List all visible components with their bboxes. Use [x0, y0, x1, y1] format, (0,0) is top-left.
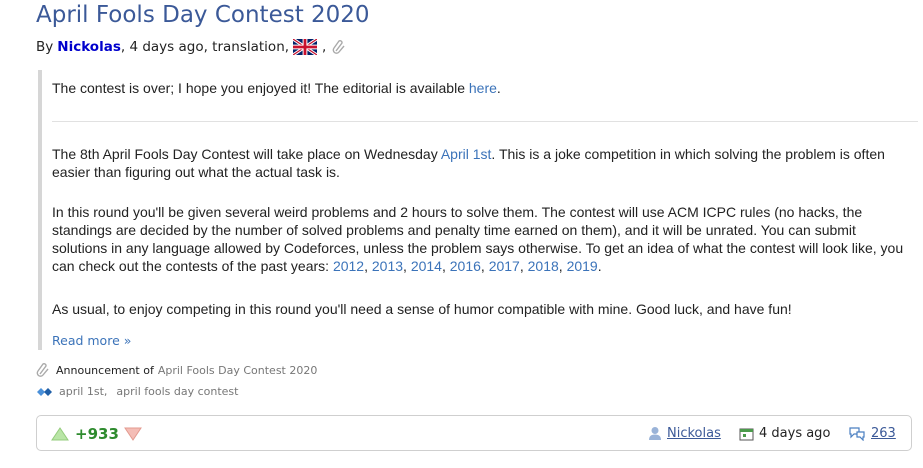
year-link-2013[interactable]: 2013	[372, 258, 403, 274]
tag-april-fools-day-contest[interactable]: april fools day contest	[116, 385, 238, 398]
announcement-label: Announcement of	[56, 363, 154, 377]
footer-time-text: 4 days ago	[759, 426, 831, 441]
tag-april-1st[interactable]: april 1st	[59, 385, 104, 398]
intro-paragraph: The 8th April Fools Day Contest will tak…	[52, 145, 914, 181]
calendar-icon	[739, 428, 754, 440]
notice-end: .	[496, 80, 501, 96]
contest-over-notice: The contest is over; I hope you enjoyed …	[52, 79, 914, 97]
page-title[interactable]: April Fools Day Contest 2020	[36, 2, 370, 28]
user-icon	[649, 427, 661, 440]
divider	[52, 121, 918, 122]
year-link-2012[interactable]: 2012	[333, 258, 364, 274]
rating-value: +933	[75, 425, 119, 443]
author-link[interactable]: Nickolas	[57, 39, 121, 55]
rules-end: .	[597, 258, 602, 274]
vote-up-icon[interactable]	[51, 427, 69, 441]
paperclip-icon	[36, 363, 49, 377]
post-time: , 4 days ago, translation,	[120, 39, 290, 55]
tags-line: april 1st , april fools day contest	[36, 385, 238, 398]
footer-time: 4 days ago	[739, 426, 830, 441]
april-1st-link[interactable]: April 1st	[441, 146, 492, 162]
rules-paragraph: In this round you'll be given several we…	[52, 204, 904, 274]
year-link-2016[interactable]: 2016	[450, 258, 481, 274]
read-more-link[interactable]: Read more »	[52, 332, 131, 350]
comments-count-link[interactable]: 263	[871, 426, 896, 441]
notice-text: The contest is over; I hope you enjoyed …	[52, 80, 469, 96]
year-link-2018[interactable]: 2018	[528, 258, 559, 274]
year-link-2014[interactable]: 2014	[411, 258, 442, 274]
post-footer: +933 Nickolas 4 days ago 263	[36, 415, 912, 451]
uk-flag-icon[interactable]	[293, 39, 318, 55]
editorial-link[interactable]: here	[469, 80, 497, 96]
footer-author-link[interactable]: Nickolas	[667, 426, 721, 441]
year-link-2019[interactable]: 2019	[567, 258, 598, 274]
intro-text: The 8th April Fools Day Contest will tak…	[52, 146, 441, 162]
announcement-line: Announcement of April Fools Day Contest …	[36, 362, 317, 378]
by-label: By	[36, 39, 54, 55]
info-comma: ,	[322, 39, 327, 55]
post-content: The contest is over; I hope you enjoyed …	[38, 70, 918, 350]
footer-comments: 263	[848, 426, 896, 441]
post-info: By Nickolas , 4 days ago, translation, ,	[36, 39, 346, 55]
comments-icon	[849, 427, 865, 441]
vote-down-icon[interactable]	[123, 427, 142, 441]
year-link-2017[interactable]: 2017	[489, 258, 520, 274]
vote-block: +933	[51, 425, 142, 443]
humor-paragraph: As usual, to enjoy competing in this rou…	[52, 301, 792, 317]
tag-separator: ,	[103, 385, 108, 398]
paperclip-icon[interactable]	[332, 39, 346, 55]
announcement-link[interactable]: April Fools Day Contest 2020	[158, 364, 318, 377]
footer-author: Nickolas	[648, 426, 721, 441]
tag-icon	[37, 387, 52, 396]
